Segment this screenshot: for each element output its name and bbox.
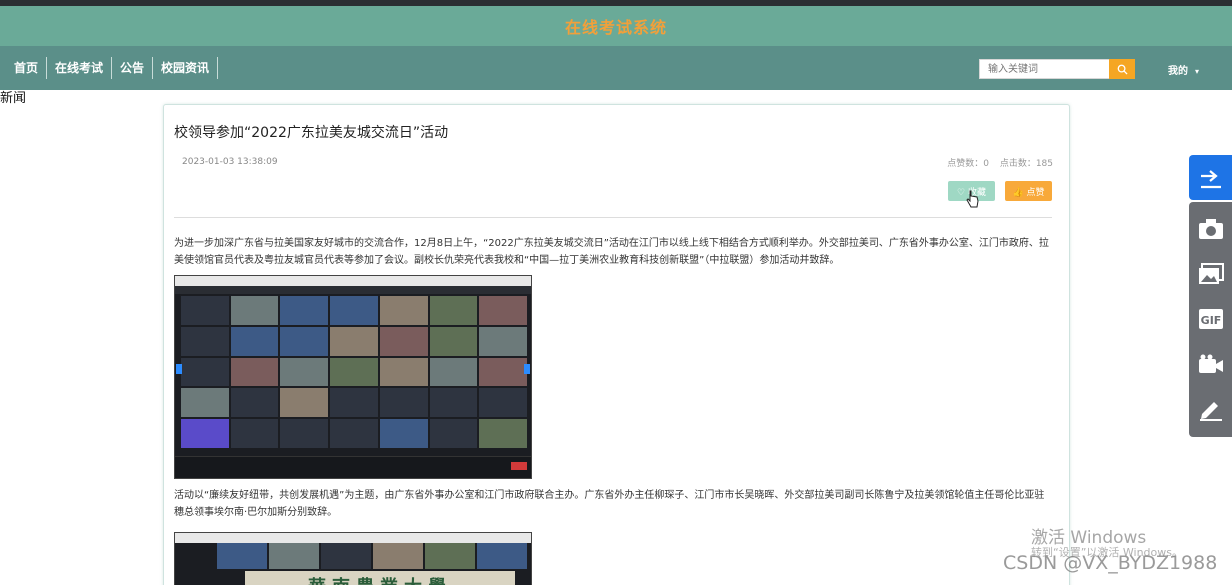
divider <box>174 217 1052 218</box>
video-grid <box>181 296 527 448</box>
share-button[interactable] <box>1189 155 1232 200</box>
image-button[interactable] <box>1197 260 1225 288</box>
like-count: 点赞数：0 <box>947 159 989 169</box>
screenshot-button[interactable] <box>1197 215 1225 243</box>
svg-text:GIF: GIF <box>1200 314 1221 327</box>
csdn-watermark: CSDN @VX_BYDZ1988 <box>1003 552 1218 574</box>
click-count: 点击数：185 <box>999 159 1053 169</box>
app-title: 在线考试系统 <box>564 18 667 37</box>
share-icon <box>1200 169 1221 188</box>
article-card: 校领导参加“2022广东拉美友城交流日”活动 2023-01-03 13:38:… <box>163 104 1070 585</box>
search-icon <box>1117 64 1128 75</box>
article-photo-university: 華南農業大學 <box>174 532 532 585</box>
video-icon <box>1198 354 1223 373</box>
search-input[interactable] <box>979 59 1109 79</box>
user-menu[interactable]: 我的 ▾ <box>1168 62 1199 77</box>
chevron-down-icon: ▾ <box>1195 67 1200 76</box>
gif-icon: GIF <box>1198 309 1223 330</box>
record-button[interactable] <box>1197 351 1225 379</box>
user-menu-label: 我的 <box>1168 66 1188 77</box>
nav-item-home[interactable]: 首页 <box>6 57 48 79</box>
article-title: 校领导参加“2022广东拉美友城交流日”活动 <box>174 125 449 141</box>
nav-item-campus-news[interactable]: 校园资讯 <box>153 57 219 79</box>
university-sign: 華南農業大學 <box>245 571 515 585</box>
gif-button[interactable]: GIF <box>1197 305 1225 333</box>
main-nav: 首页 在线考试 公告 校园资讯 我的 ▾ <box>0 46 1232 90</box>
nav-items: 首页 在线考试 公告 校园资讯 <box>0 57 219 79</box>
nav-item-notice[interactable]: 公告 <box>112 57 154 79</box>
mouse-pointer-icon <box>966 190 979 208</box>
like-button[interactable]: 👍 点赞 <box>1005 181 1052 201</box>
meeting-toolbar <box>175 456 531 478</box>
annotate-button[interactable] <box>1197 396 1225 424</box>
pen-icon <box>1199 402 1222 422</box>
image-icon <box>1198 263 1224 285</box>
article-date: 2023-01-03 13:38:09 <box>182 157 278 167</box>
header-banner: 在线考试系统 <box>0 6 1232 46</box>
search-box <box>979 59 1135 79</box>
article-paragraph-1: 为进一步加深广东省与拉美国家友好城市的交流合作，12月8日上午，“2022广东拉… <box>174 238 1049 266</box>
article-paragraph-2: 活动以“廉续友好纽带，共创发展机遇”为主题，由广东省外事办公室和江门市政府联合主… <box>174 490 1045 518</box>
tool-list: GIF <box>1189 202 1232 437</box>
nav-item-exam[interactable]: 在线考试 <box>47 57 113 79</box>
camera-icon <box>1198 218 1223 239</box>
floating-toolbar: GIF <box>1189 155 1232 437</box>
article-stats: 点赞数：0 点击数：185 <box>939 156 1053 169</box>
article-photo-video-conference <box>174 275 532 479</box>
search-button[interactable] <box>1109 59 1135 79</box>
stray-text: 新闻 <box>0 91 27 106</box>
